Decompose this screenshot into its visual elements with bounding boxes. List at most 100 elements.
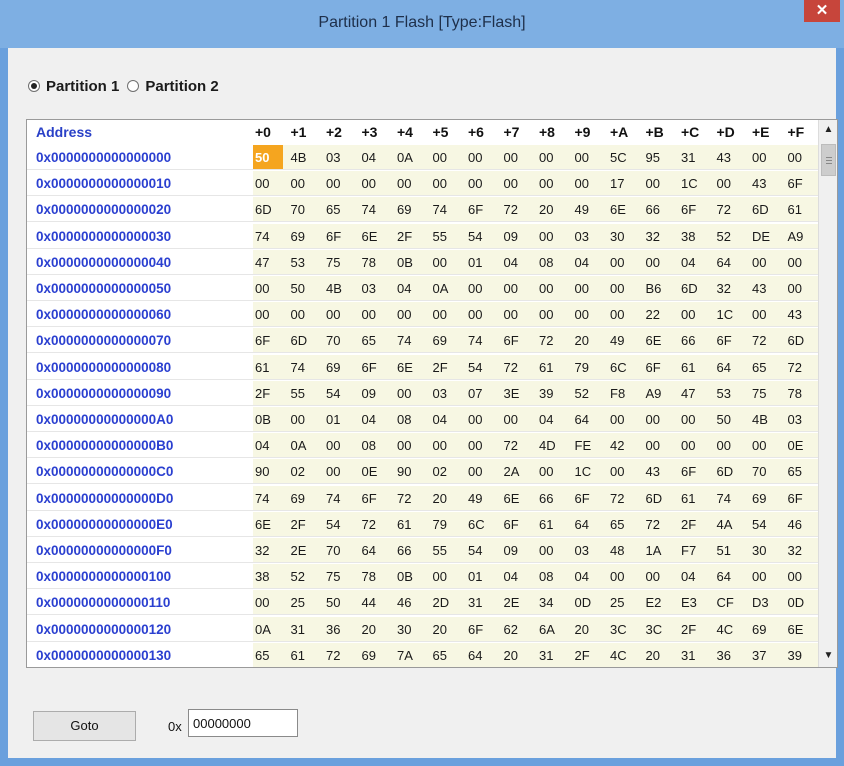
byte-cell[interactable]: 00 <box>502 407 532 432</box>
row-address[interactable]: 0x0000000000000020 <box>36 197 171 222</box>
byte-cell[interactable]: 00 <box>466 302 496 327</box>
byte-cell[interactable]: 74 <box>253 224 283 249</box>
byte-cell[interactable]: 66 <box>644 197 674 222</box>
row-address[interactable]: 0x00000000000000C0 <box>36 459 173 484</box>
byte-cell[interactable]: 04 <box>360 145 390 170</box>
byte-cell[interactable]: 0E <box>786 433 816 458</box>
byte-cell[interactable]: 00 <box>679 302 709 327</box>
byte-cell[interactable]: 00 <box>324 302 354 327</box>
byte-cell[interactable]: 6D <box>679 276 709 301</box>
byte-cell[interactable]: 00 <box>289 302 319 327</box>
byte-cell[interactable]: 00 <box>253 590 283 615</box>
byte-cell[interactable]: 65 <box>360 328 390 353</box>
byte-cell[interactable]: 70 <box>289 197 319 222</box>
goto-address-input[interactable] <box>188 709 298 737</box>
byte-cell[interactable]: 00 <box>466 433 496 458</box>
byte-cell[interactable]: 20 <box>502 643 532 667</box>
byte-cell[interactable]: 54 <box>324 381 354 406</box>
byte-cell[interactable]: 00 <box>502 276 532 301</box>
row-address[interactable]: 0x0000000000000080 <box>36 355 171 380</box>
byte-cell[interactable]: 61 <box>537 512 567 537</box>
byte-cell[interactable]: 1C <box>715 302 745 327</box>
byte-cell[interactable]: 32 <box>253 538 283 563</box>
byte-cell[interactable]: 4C <box>715 617 745 642</box>
byte-cell[interactable]: 65 <box>608 512 638 537</box>
row-address[interactable]: 0x00000000000000F0 <box>36 538 172 563</box>
byte-cell[interactable]: E3 <box>679 590 709 615</box>
byte-cell[interactable]: 00 <box>644 171 674 196</box>
byte-cell[interactable]: 00 <box>537 302 567 327</box>
byte-cell[interactable]: 54 <box>324 512 354 537</box>
byte-cell[interactable]: 4B <box>289 145 319 170</box>
hex-grid[interactable]: Address +0 +1 +2 +3 +4 +5 +6 +7 +8 +9 +A +B +C +D +E +F… <box>26 119 838 668</box>
byte-cell[interactable]: 53 <box>289 250 319 275</box>
byte-cell[interactable]: 1C <box>573 459 603 484</box>
row-address[interactable]: 0x00000000000000D0 <box>36 486 173 511</box>
byte-cell[interactable]: 31 <box>679 145 709 170</box>
byte-cell[interactable]: 61 <box>253 355 283 380</box>
byte-cell[interactable]: 52 <box>715 224 745 249</box>
byte-cell[interactable]: 6F <box>786 171 816 196</box>
byte-cell[interactable]: 74 <box>466 328 496 353</box>
byte-cell[interactable]: 74 <box>360 197 390 222</box>
byte-cell[interactable]: 00 <box>786 564 816 589</box>
byte-cell[interactable]: 64 <box>715 355 745 380</box>
byte-cell[interactable]: 43 <box>644 459 674 484</box>
row-address[interactable]: 0x0000000000000000 <box>36 145 171 170</box>
byte-cell[interactable]: 72 <box>324 643 354 667</box>
byte-cell[interactable]: 00 <box>715 171 745 196</box>
byte-cell[interactable]: 04 <box>395 276 425 301</box>
byte-cell[interactable]: 00 <box>431 145 461 170</box>
byte-cell[interactable]: 00 <box>537 224 567 249</box>
byte-cell[interactable]: 00 <box>537 459 567 484</box>
byte-cell[interactable]: F7 <box>679 538 709 563</box>
byte-cell[interactable]: 3E <box>502 381 532 406</box>
byte-cell[interactable]: 74 <box>289 355 319 380</box>
byte-cell[interactable]: 04 <box>431 407 461 432</box>
byte-cell[interactable]: 47 <box>679 381 709 406</box>
byte-cell[interactable]: 0D <box>786 590 816 615</box>
byte-cell[interactable]: 52 <box>573 381 603 406</box>
byte-cell[interactable]: D3 <box>750 590 780 615</box>
byte-cell[interactable]: 00 <box>253 302 283 327</box>
byte-cell[interactable]: 1C <box>679 171 709 196</box>
byte-cell[interactable]: 6D <box>253 197 283 222</box>
byte-cell[interactable]: 69 <box>431 328 461 353</box>
byte-cell[interactable]: 4A <box>715 512 745 537</box>
byte-cell[interactable]: 00 <box>786 276 816 301</box>
byte-cell[interactable]: 04 <box>573 564 603 589</box>
row-address[interactable]: 0x00000000000000A0 <box>36 407 173 432</box>
byte-cell[interactable]: 70 <box>750 459 780 484</box>
byte-cell[interactable]: 04 <box>679 564 709 589</box>
row-address[interactable]: 0x0000000000000130 <box>36 643 171 667</box>
byte-cell[interactable]: 4B <box>750 407 780 432</box>
byte-cell[interactable]: 49 <box>466 486 496 511</box>
vertical-scrollbar[interactable]: ▲ ▼ <box>818 120 837 667</box>
byte-cell[interactable]: 30 <box>750 538 780 563</box>
byte-cell[interactable]: 6F <box>360 486 390 511</box>
byte-cell[interactable]: 51 <box>715 538 745 563</box>
byte-cell[interactable]: 6F <box>679 197 709 222</box>
byte-cell[interactable]: 64 <box>715 250 745 275</box>
byte-cell[interactable]: 52 <box>289 564 319 589</box>
byte-cell[interactable]: 00 <box>608 302 638 327</box>
byte-cell[interactable]: 00 <box>537 276 567 301</box>
byte-cell[interactable]: 54 <box>466 538 496 563</box>
byte-cell[interactable]: 04 <box>537 407 567 432</box>
close-button[interactable]: ✕ <box>804 0 840 22</box>
byte-cell[interactable]: 6F <box>573 486 603 511</box>
byte-cell[interactable]: 65 <box>431 643 461 667</box>
byte-cell[interactable]: 2F <box>679 617 709 642</box>
byte-cell[interactable]: 00 <box>324 433 354 458</box>
byte-cell[interactable]: 69 <box>289 224 319 249</box>
byte-cell[interactable]: 09 <box>502 224 532 249</box>
byte-cell[interactable]: 00 <box>750 433 780 458</box>
byte-cell[interactable]: 72 <box>502 433 532 458</box>
byte-cell[interactable]: 00 <box>466 459 496 484</box>
byte-cell[interactable]: 72 <box>750 328 780 353</box>
byte-cell[interactable]: 74 <box>253 486 283 511</box>
row-address[interactable]: 0x0000000000000100 <box>36 564 171 589</box>
row-address[interactable]: 0x0000000000000110 <box>36 590 170 615</box>
byte-cell[interactable]: 6F <box>324 224 354 249</box>
byte-cell[interactable]: 50 <box>324 590 354 615</box>
